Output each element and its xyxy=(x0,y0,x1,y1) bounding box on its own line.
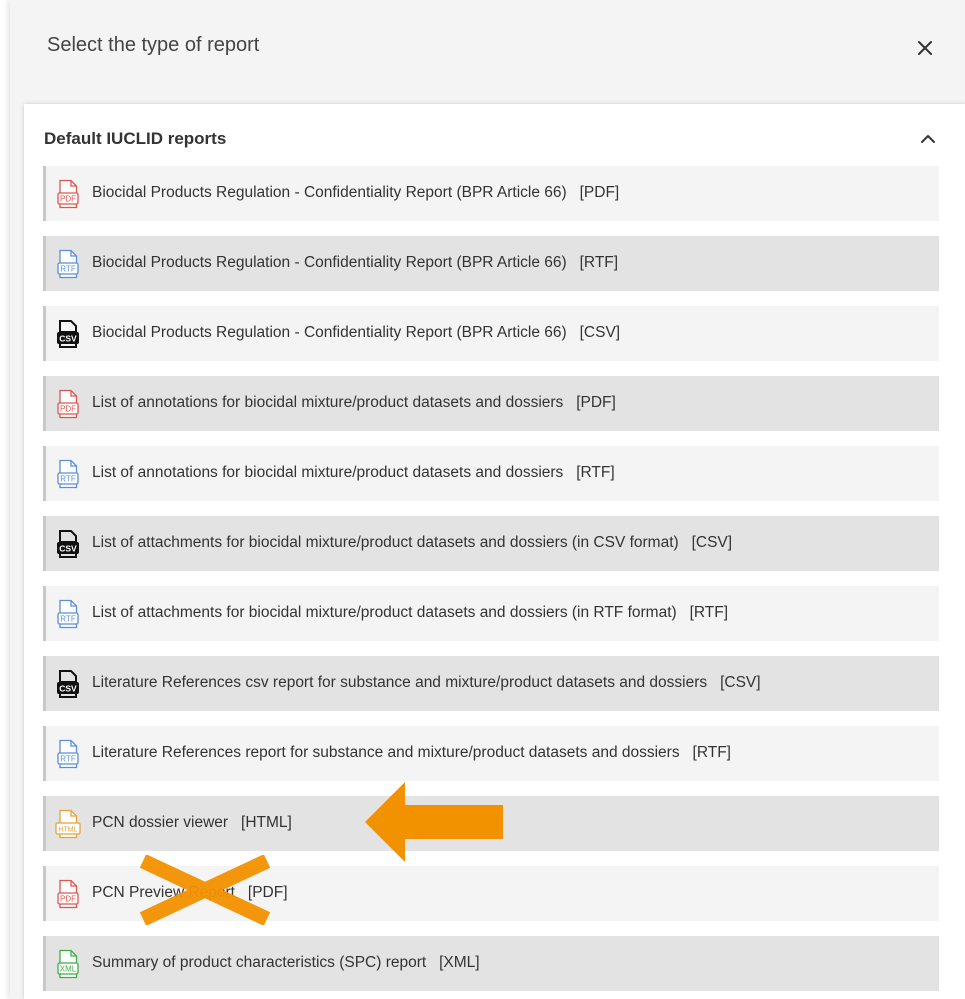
report-item[interactable]: RTF Biocidal Products Regulation - Confid… xyxy=(43,236,939,291)
svg-text:RTF: RTF xyxy=(60,615,76,624)
report-item-label: Biocidal Products Regulation - Confident… xyxy=(92,324,621,341)
csv-file-icon: CSV xyxy=(55,669,81,699)
report-item-label: PCN dossier viewer [HTML] xyxy=(92,814,292,831)
csv-file-icon: CSV xyxy=(55,529,81,559)
report-item-label: List of attachments for biocidal mixture… xyxy=(92,534,733,551)
report-item-label: Biocidal Products Regulation - Confident… xyxy=(92,184,620,201)
rtf-file-icon: RTF xyxy=(55,249,81,279)
svg-text:XML: XML xyxy=(60,965,77,974)
report-item-label: List of annotations for biocidal mixture… xyxy=(92,394,616,411)
svg-text:CSV: CSV xyxy=(59,684,77,694)
svg-text:RTF: RTF xyxy=(60,475,76,484)
svg-text:RTF: RTF xyxy=(60,265,76,274)
report-item[interactable]: XML Summary of product characteristics (S… xyxy=(43,936,939,991)
report-item[interactable]: PDF PCN Preview Report [PDF] xyxy=(43,866,939,921)
report-item[interactable]: RTF List of attachments for biocidal mixt… xyxy=(43,586,939,641)
report-item[interactable]: RTF List of annotations for biocidal mixt… xyxy=(43,446,939,501)
report-item[interactable]: PDF Biocidal Products Regulation - Confid… xyxy=(43,166,939,221)
svg-text:PDF: PDF xyxy=(60,195,76,204)
csv-file-icon: CSV xyxy=(55,319,81,349)
report-type-dialog: Select the type of report Default IUCLID… xyxy=(10,0,965,999)
section-title: Default IUCLID reports xyxy=(44,129,227,148)
dialog-title: Select the type of report xyxy=(47,34,260,56)
report-item-label: List of annotations for biocidal mixture… xyxy=(92,464,615,481)
svg-text:PDF: PDF xyxy=(60,405,76,414)
report-item-label: Literature References report for substan… xyxy=(92,744,731,761)
close-icon[interactable] xyxy=(915,38,935,58)
rtf-file-icon: RTF xyxy=(55,739,81,769)
report-item[interactable]: PDF List of annotations for biocidal mixt… xyxy=(43,376,939,431)
svg-text:HTML: HTML xyxy=(58,827,77,834)
report-item[interactable]: RTF Literature References report for subs… xyxy=(43,726,939,781)
chevron-up-icon[interactable] xyxy=(919,130,937,148)
svg-text:PDF: PDF xyxy=(60,895,76,904)
report-item[interactable]: CSV Biocidal Products Regulation - Confid… xyxy=(43,306,939,361)
pdf-file-icon: PDF xyxy=(55,389,81,419)
report-item-label: List of attachments for biocidal mixture… xyxy=(92,604,729,621)
report-item-label: Summary of product characteristics (SPC)… xyxy=(92,954,480,971)
pdf-file-icon: PDF xyxy=(55,879,81,909)
xml-file-icon: XML xyxy=(55,949,81,979)
rtf-file-icon: RTF xyxy=(55,459,81,489)
pdf-file-icon: PDF xyxy=(55,179,81,209)
dialog-header: Select the type of report xyxy=(10,0,965,94)
svg-text:CSV: CSV xyxy=(59,544,77,554)
rtf-file-icon: RTF xyxy=(55,599,81,629)
report-item[interactable]: CSV List of attachments for biocidal mixt… xyxy=(43,516,939,571)
report-item[interactable]: HTML PCN dossier viewer [HTML] xyxy=(43,796,939,851)
reports-panel: Default IUCLID reports PDF Biocidal Produ… xyxy=(24,104,965,999)
svg-text:RTF: RTF xyxy=(60,755,76,764)
report-item[interactable]: CSV Literature References csv report for … xyxy=(43,656,939,711)
report-item-label: Biocidal Products Regulation - Confident… xyxy=(92,254,619,271)
report-item-label: PCN Preview Report [PDF] xyxy=(92,884,288,901)
svg-text:CSV: CSV xyxy=(59,334,77,344)
html-file-icon: HTML xyxy=(55,809,81,839)
report-item-label: Literature References csv report for sub… xyxy=(92,674,761,691)
